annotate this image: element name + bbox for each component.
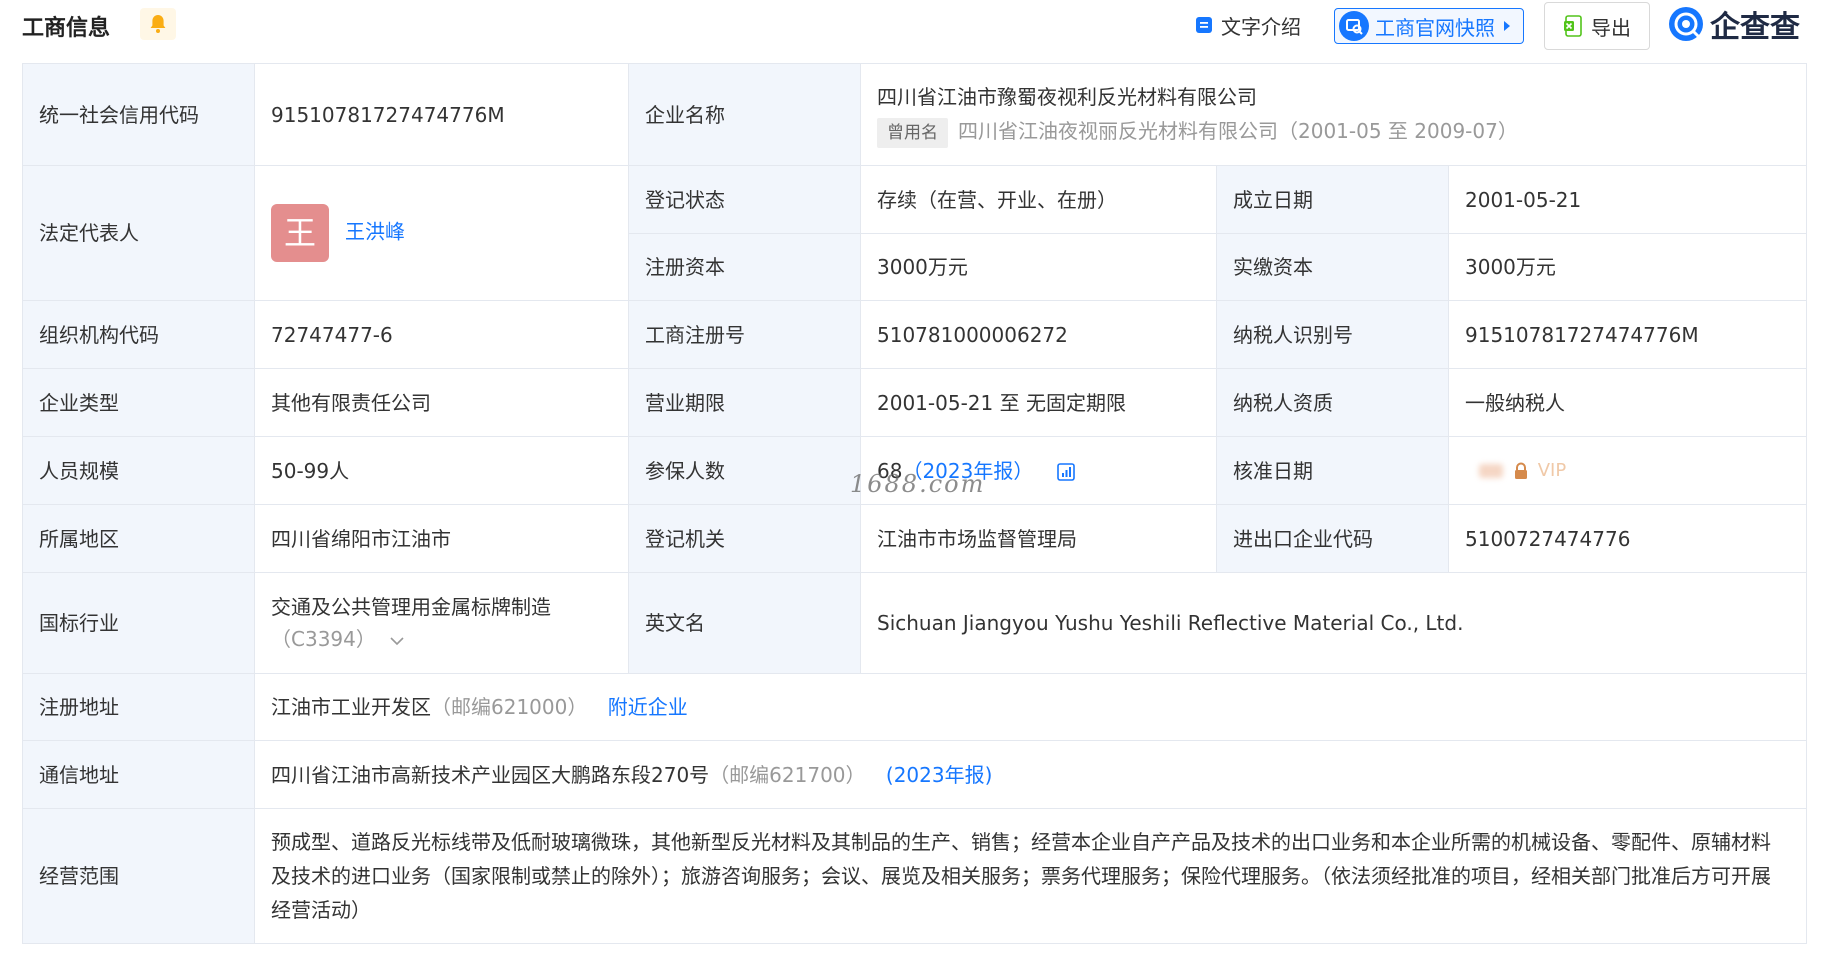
english-name-label: 英文名 bbox=[628, 572, 861, 674]
snapshot-label: 工商官网快照 bbox=[1375, 15, 1495, 40]
table-row: 法定代表人 王王洪峰 登记状态 存续（在营、开业、在册） 成立日期 2001-0… bbox=[22, 165, 1808, 301]
mail-address-report-link[interactable]: (2023年报) bbox=[886, 763, 993, 787]
official-snapshot-button[interactable]: 工商官网快照 bbox=[1334, 8, 1524, 44]
mail-address-label: 通信地址 bbox=[22, 740, 255, 809]
table-row: 企业类型 其他有限责任公司 营业期限 2001-05-21 至 无固定期限 纳税… bbox=[22, 368, 1808, 437]
import-export-code-label: 进出口企业代码 bbox=[1216, 504, 1449, 573]
taxpayer-qual-value: 一般纳税人 bbox=[1447, 368, 1808, 437]
export-label: 导出 bbox=[1591, 15, 1631, 40]
section-title: 工商信息 bbox=[22, 16, 111, 41]
biz-scope-value: 预成型、道路反光标线带及低耐玻璃微珠，其他新型反光材料及其制品的生产、销售；经营… bbox=[253, 808, 1808, 944]
biz-scope-label: 经营范围 bbox=[22, 808, 255, 944]
org-code-label: 组织机构代码 bbox=[22, 300, 255, 369]
avatar: 王 bbox=[271, 204, 329, 262]
table-row: 通信地址 四川省江油市高新技术产业园区大鹏路东段270号（邮编621700） (… bbox=[22, 740, 1808, 809]
monitor-bell-button[interactable] bbox=[140, 8, 176, 40]
reg-address-value: 江油市工业开发区 bbox=[271, 695, 431, 719]
qichacha-logo: 企查查 bbox=[1668, 4, 1800, 45]
reg-status-label: 登记状态 bbox=[628, 165, 861, 234]
mail-address-value: 四川省江油市高新技术产业园区大鹏路东段270号 bbox=[271, 762, 710, 787]
logo-text: 企查查 bbox=[1710, 10, 1800, 45]
export-button[interactable]: 导出 bbox=[1544, 2, 1650, 50]
reg-address-label: 注册地址 bbox=[22, 673, 255, 741]
biz-reg-no-value: 510781000006272 bbox=[860, 300, 1217, 369]
staff-size-label: 人员规模 bbox=[22, 436, 255, 505]
reg-address-postcode: （邮编621000） bbox=[431, 695, 588, 719]
reg-capital-label: 注册资本 bbox=[628, 233, 861, 301]
company-name-cell: 四川省江油市豫蜀夜视利反光材料有限公司 曾用名 四川省江油夜视丽反光材料有限公司（… bbox=[859, 63, 1808, 166]
text-intro-button[interactable]: 文字介绍 bbox=[1195, 10, 1301, 40]
reg-authority-value: 江油市市场监督管理局 bbox=[860, 504, 1217, 573]
legal-rep-link[interactable]: 王洪峰 bbox=[345, 220, 405, 244]
credit-code-value: 91510781727474776M bbox=[254, 63, 629, 166]
nearby-companies-link[interactable]: 附近企业 bbox=[608, 695, 688, 719]
taxpayer-id-value: 91510781727474776M bbox=[1447, 300, 1808, 369]
text-intro-label: 文字介绍 bbox=[1221, 14, 1301, 39]
company-type-label: 企业类型 bbox=[22, 368, 255, 437]
blurred-value bbox=[1479, 464, 1503, 479]
industry-label: 国标行业 bbox=[22, 572, 255, 674]
table-row: 组织机构代码 72747477-6 工商注册号 510781000006272 … bbox=[22, 300, 1808, 369]
former-name-value: 四川省江油夜视丽反光材料有限公司（2001-05 至 2009-07） bbox=[958, 119, 1518, 143]
industry-value: 交通及公共管理用金属标牌制造 bbox=[271, 595, 551, 619]
credit-code-label: 统一社会信用代码 bbox=[22, 63, 255, 166]
import-export-code-value: 5100727474776 bbox=[1447, 504, 1808, 573]
industry-code-line[interactable]: （C3394） bbox=[271, 623, 612, 655]
mail-address-postcode: （邮编621700） bbox=[709, 762, 866, 787]
reg-authority-label: 登记机关 bbox=[628, 504, 861, 573]
trend-chart-icon[interactable] bbox=[1056, 462, 1076, 482]
company-name-value: 四川省江油市豫蜀夜视利反光材料有限公司 bbox=[877, 85, 1257, 109]
former-name-tag: 曾用名 bbox=[877, 118, 948, 148]
staff-size-value: 50-99人 bbox=[254, 436, 629, 505]
found-date-label: 成立日期 bbox=[1216, 165, 1449, 234]
business-info-table: 统一社会信用代码 91510781727474776M 企业名称 四川省江油市豫… bbox=[22, 63, 1808, 944]
mail-address-cell: 四川省江油市高新技术产业园区大鹏路东段270号（邮编621700） (2023年… bbox=[253, 740, 1808, 809]
table-row: 经营范围 预成型、道路反光标线带及低耐玻璃微珠，其他新型反光材料及其制品的生产、… bbox=[22, 808, 1808, 944]
chevron-down-icon bbox=[390, 636, 404, 645]
former-name-line: 曾用名 四川省江油夜视丽反光材料有限公司（2001-05 至 2009-07） bbox=[877, 115, 1790, 148]
table-row: 所属地区 四川省绵阳市江油市 登记机关 江油市市场监督管理局 进出口企业代码 5… bbox=[22, 504, 1808, 573]
org-code-value: 72747477-6 bbox=[254, 300, 629, 369]
bell-icon bbox=[150, 15, 166, 33]
biz-reg-no-label: 工商注册号 bbox=[628, 300, 861, 369]
table-row: 国标行业 交通及公共管理用金属标牌制造 （C3394） 英文名 Sichuan … bbox=[22, 572, 1808, 674]
excel-icon bbox=[1564, 15, 1582, 37]
biz-term-value: 2001-05-21 至 无固定期限 bbox=[860, 368, 1217, 437]
region-label: 所属地区 bbox=[22, 504, 255, 573]
qichacha-logo-icon bbox=[1669, 7, 1703, 41]
approve-date-cell[interactable]: VIP bbox=[1447, 436, 1808, 505]
vip-badge: VIP bbox=[1537, 460, 1567, 482]
approve-date-label: 核准日期 bbox=[1216, 436, 1449, 505]
paid-capital-value: 3000万元 bbox=[1447, 233, 1808, 301]
legal-rep-cell: 王王洪峰 bbox=[254, 165, 629, 301]
taxpayer-id-label: 纳税人识别号 bbox=[1216, 300, 1449, 369]
reg-capital-value: 3000万元 bbox=[860, 233, 1217, 301]
insured-label: 参保人数 bbox=[628, 436, 861, 505]
region-value: 四川省绵阳市江油市 bbox=[254, 504, 629, 573]
section-header: 工商信息 文字介绍 工商官网快照 导出 企查查 bbox=[0, 0, 1835, 56]
table-row: 注册地址 江油市工业开发区（邮编621000） 附近企业 bbox=[22, 673, 1808, 741]
taxpayer-qual-label: 纳税人资质 bbox=[1216, 368, 1449, 437]
reg-status-value: 存续（在营、开业、在册） bbox=[860, 165, 1217, 234]
legal-rep-label: 法定代表人 bbox=[22, 165, 255, 301]
biz-term-label: 营业期限 bbox=[628, 368, 861, 437]
company-type-value: 其他有限责任公司 bbox=[254, 368, 629, 437]
paid-capital-label: 实缴资本 bbox=[1216, 233, 1449, 301]
snapshot-icon bbox=[1339, 11, 1369, 41]
document-icon bbox=[1196, 17, 1212, 33]
english-name-value: Sichuan Jiangyou Yushu Yeshili Reflectiv… bbox=[859, 572, 1808, 674]
table-row: 统一社会信用代码 91510781727474776M 企业名称 四川省江油市豫… bbox=[22, 63, 1808, 166]
caret-right-icon bbox=[1504, 21, 1510, 31]
lock-icon bbox=[1515, 462, 1528, 480]
watermark: 1688.com bbox=[850, 470, 986, 498]
industry-code: （C3394） bbox=[271, 627, 376, 651]
company-name-label: 企业名称 bbox=[628, 63, 861, 166]
industry-cell: 交通及公共管理用金属标牌制造 （C3394） bbox=[254, 572, 629, 674]
reg-address-cell: 江油市工业开发区（邮编621000） 附近企业 bbox=[253, 673, 1808, 741]
found-date-value: 2001-05-21 bbox=[1447, 165, 1808, 234]
